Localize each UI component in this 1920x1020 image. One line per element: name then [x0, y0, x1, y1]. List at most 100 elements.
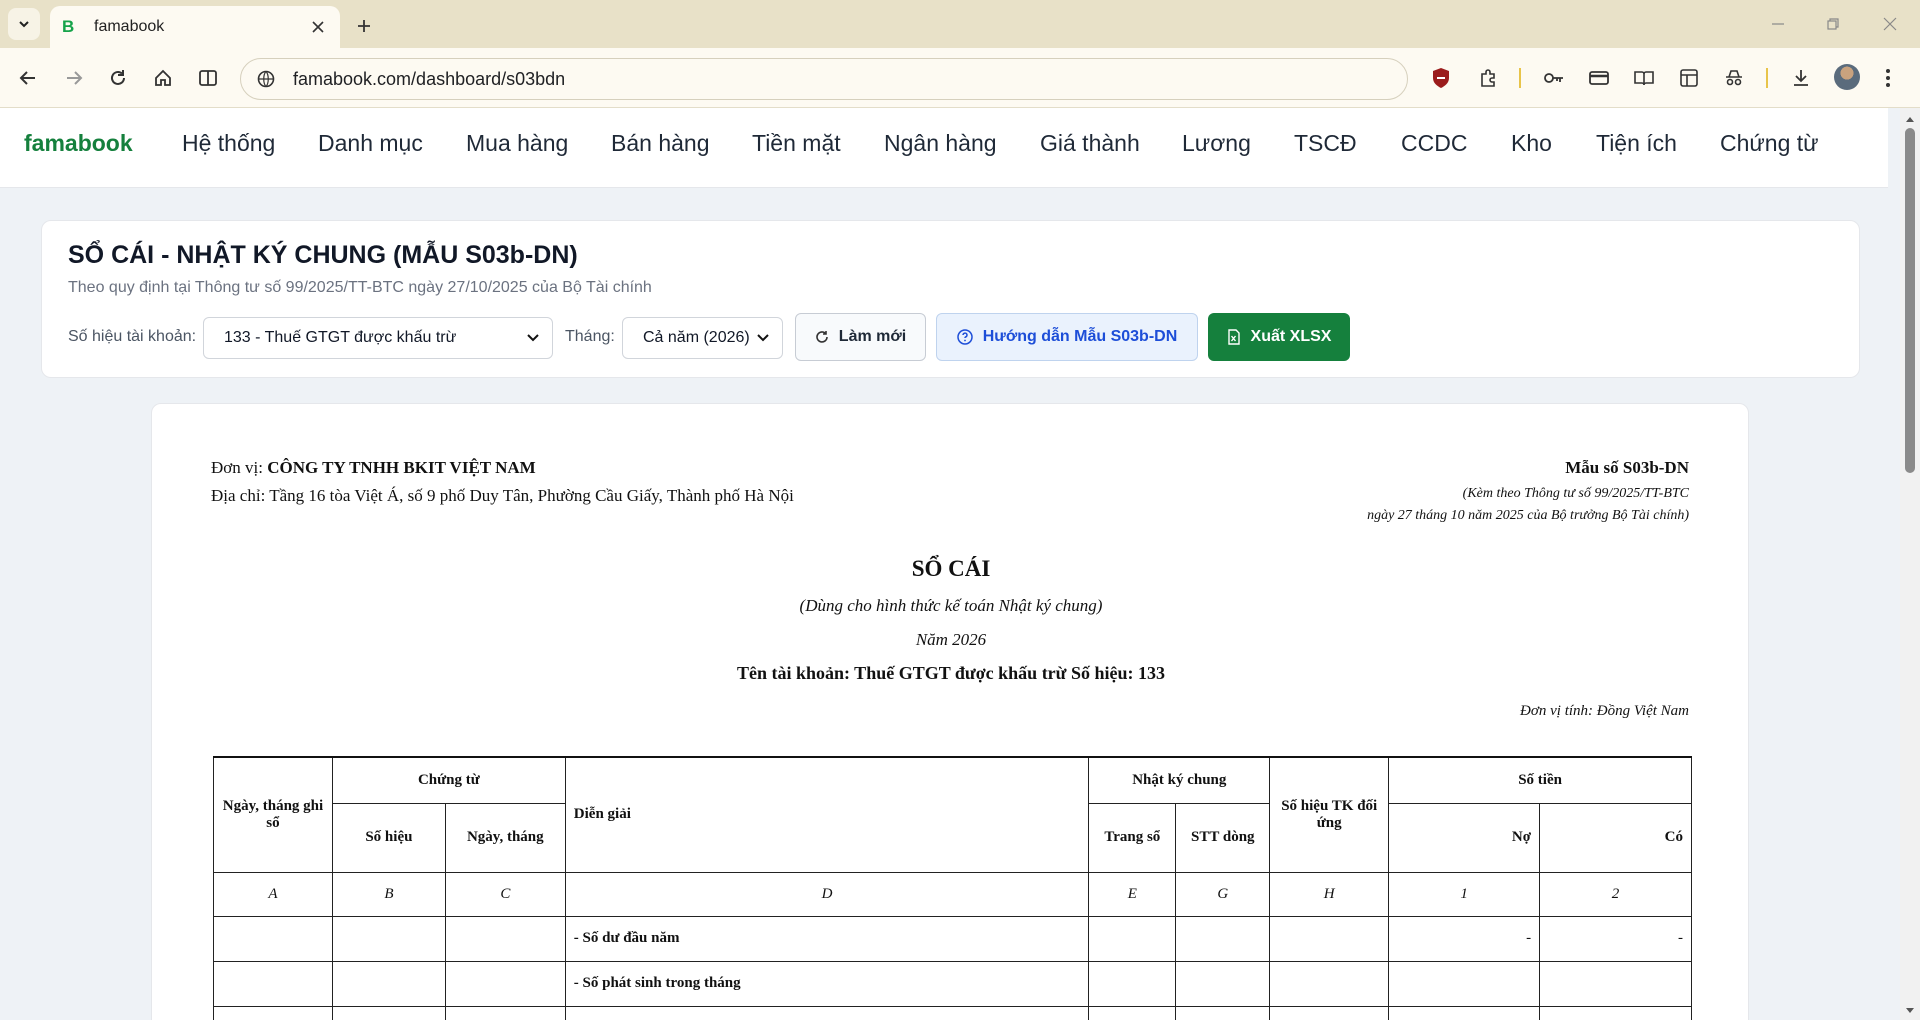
plus-icon [358, 20, 370, 32]
company-address: Địa chỉ: Tầng 16 tòa Việt Á, số 9 phố Du… [211, 486, 794, 505]
month-select[interactable]: Cả năm (2026) [622, 317, 783, 359]
form-note-2: ngày 27 tháng 10 năm 2025 của Bộ trưởng … [1367, 508, 1689, 523]
browser-tab[interactable]: B famabook [50, 6, 340, 48]
excel-file-icon [1227, 329, 1240, 345]
header-debit: Nợ [1388, 802, 1541, 873]
column-code: 1 [1388, 871, 1541, 917]
nav-item-tscd[interactable]: TSCĐ [1294, 130, 1357, 157]
column-code: C [444, 871, 566, 917]
key-icon [1544, 73, 1563, 83]
ledger-subtitle: (Dùng cho hình thức kế toán Nhật ký chun… [799, 596, 1103, 615]
company-name: CÔNG TY TNHH BKIT VIỆT NAM [267, 458, 536, 477]
book-icon [1634, 71, 1654, 86]
incognito-button[interactable] [1720, 64, 1748, 92]
table-icon [1680, 69, 1698, 87]
toolbar-separator [1519, 68, 1521, 88]
chevron-down-icon [19, 21, 29, 28]
form-number: Mẫu số S03b-DN [1565, 458, 1689, 477]
downloads-button[interactable] [1787, 64, 1815, 92]
split-screen-icon [199, 70, 217, 86]
minimize-button[interactable] [1766, 12, 1790, 36]
tab-search-button[interactable] [8, 8, 40, 40]
column-code: B [331, 871, 446, 917]
scroll-down-icon[interactable] [1903, 1004, 1917, 1018]
incognito-icon [1726, 70, 1742, 86]
more-vertical-icon [1886, 69, 1890, 87]
url-text: famabook.com/dashboard/s03bdn [293, 68, 566, 89]
page-title: SỔ CÁI - NHẬT KÝ CHUNG (MẪU S03b-DN) [68, 241, 578, 269]
header-voucher: Chứng từ [331, 756, 566, 804]
nav-item-chung-tu[interactable]: Chứng từ [1720, 130, 1819, 157]
minimize-icon [1772, 23, 1784, 25]
header-amount: Số tiền [1388, 756, 1692, 804]
ledger-year: Năm 2026 [915, 630, 987, 649]
ublock-extension-button[interactable] [1427, 64, 1455, 92]
site-info-icon[interactable] [255, 68, 277, 90]
tab-title: famabook [94, 18, 165, 35]
app-navbar: famabook Hệ thống Danh mục Mua hàng Bán … [0, 108, 1888, 188]
account-select[interactable]: 133 - Thuế GTGT được khấu trừ [203, 317, 553, 359]
month-filter-label: Tháng: [565, 328, 615, 345]
scroll-up-icon[interactable] [1903, 112, 1917, 126]
payment-methods-button[interactable] [1585, 64, 1613, 92]
close-window-button[interactable] [1878, 12, 1902, 36]
nav-item-tien-ich[interactable]: Tiện ích [1596, 130, 1677, 157]
tab-groups-button[interactable] [1675, 64, 1703, 92]
reading-list-button[interactable] [1630, 64, 1658, 92]
new-tab-button[interactable] [350, 12, 378, 40]
header-general-journal: Nhật ký chung [1088, 756, 1271, 804]
profile-avatar[interactable] [1834, 64, 1860, 90]
column-code: H [1269, 871, 1390, 917]
home-button[interactable] [149, 64, 177, 92]
browser-menu-button[interactable] [1874, 64, 1902, 92]
close-icon [1883, 17, 1897, 31]
row-debit [1388, 960, 1541, 1007]
company-line: Đơn vị: CÔNG TY TNHH BKIT VIỆT NAM [211, 458, 536, 478]
shield-icon [1433, 68, 1449, 88]
header-posting-date: Ngày, tháng ghi sổ [213, 756, 333, 873]
nav-item-ban-hang[interactable]: Bán hàng [611, 130, 709, 157]
reload-button[interactable] [104, 64, 132, 92]
scrollbar-thumb[interactable] [1905, 128, 1915, 473]
famabook-favicon-icon: B [62, 17, 75, 36]
restore-button[interactable] [1821, 12, 1845, 36]
form-note-1: (Kèm theo Thông tư số 99/2025/TT-BTC [1462, 486, 1689, 501]
nav-item-ngan-hang[interactable]: Ngân hàng [884, 130, 997, 157]
forward-button[interactable] [60, 64, 88, 92]
address-bar[interactable]: famabook.com/dashboard/s03bdn [240, 58, 1408, 100]
puzzle-icon [1481, 69, 1495, 87]
nav-item-kho[interactable]: Kho [1511, 130, 1552, 157]
refresh-button[interactable]: Làm mới [795, 313, 926, 361]
unit-label: Đơn vị: [211, 458, 263, 477]
passwords-button[interactable] [1540, 64, 1568, 92]
download-icon [1794, 70, 1808, 86]
account-select-value: 133 - Thuế GTGT được khấu trừ [224, 329, 457, 346]
header-journal-line: STT dòng [1175, 802, 1271, 873]
extensions-button[interactable] [1474, 64, 1502, 92]
nav-item-ccdc[interactable]: CCDC [1401, 130, 1467, 157]
guide-button[interactable]: Hướng dẫn Mẫu S03b-DN [936, 313, 1198, 361]
ledger-title: SỔ CÁI [911, 556, 991, 581]
ledger-table: Ngày, tháng ghi sổ Chứng từ Diễn giải Nh… [213, 756, 1692, 1020]
nav-item-mua-hang[interactable]: Mua hàng [466, 130, 568, 157]
export-xlsx-button[interactable]: Xuất XLSX [1208, 313, 1350, 361]
nav-item-danh-muc[interactable]: Danh mục [318, 130, 423, 157]
close-tab-icon[interactable] [308, 17, 328, 37]
reading-view-button[interactable] [194, 64, 222, 92]
guide-button-label: Hướng dẫn Mẫu S03b-DN [982, 328, 1178, 345]
back-button[interactable] [14, 64, 42, 92]
column-code-row: A B C D E G H 1 2 [213, 871, 1692, 917]
nav-item-tien-mat[interactable]: Tiền mặt [752, 130, 841, 157]
chevron-down-icon [527, 334, 539, 342]
nav-item-he-thong[interactable]: Hệ thống [182, 130, 275, 157]
nav-item-gia-thanh[interactable]: Giá thành [1040, 130, 1140, 157]
browser-tabstrip: B famabook [0, 0, 1920, 48]
header-description: Diễn giải [564, 756, 1090, 873]
home-icon [155, 69, 171, 86]
nav-item-luong[interactable]: Lương [1182, 130, 1251, 157]
column-code: D [564, 871, 1090, 917]
row-credit [1539, 960, 1692, 1007]
table-row [213, 1005, 1692, 1020]
brand-logo[interactable]: famabook [24, 130, 133, 157]
reload-icon [111, 70, 125, 85]
